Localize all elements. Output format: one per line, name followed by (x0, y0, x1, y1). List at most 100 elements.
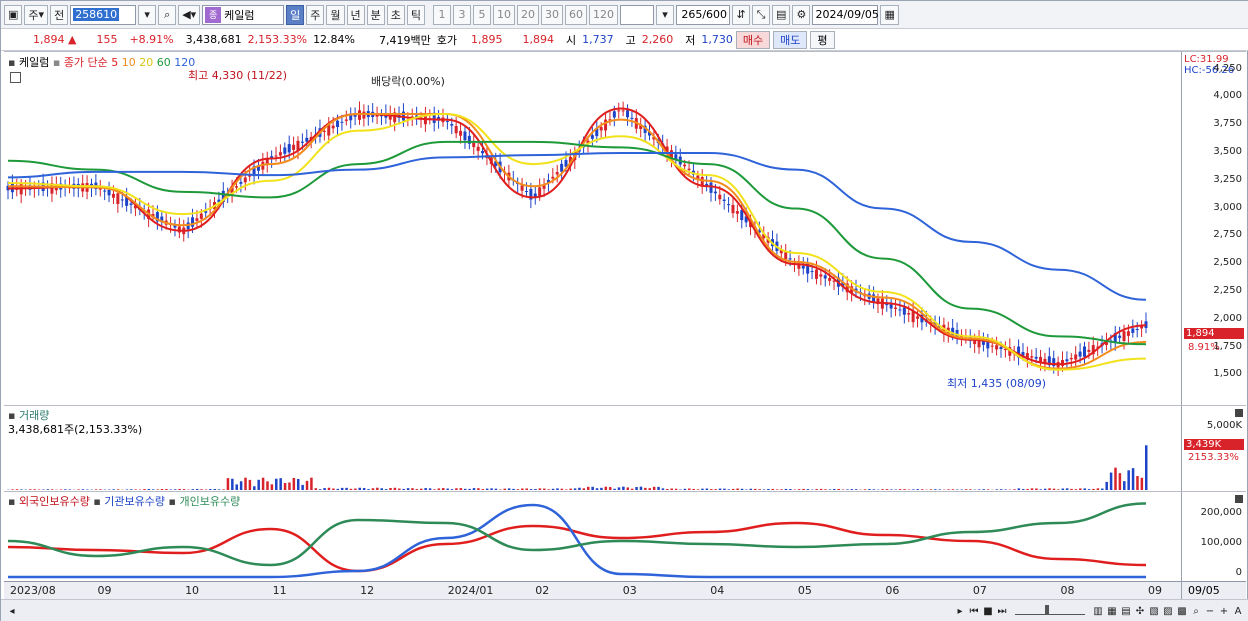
volume-bar (459, 488, 463, 490)
stock-name-field[interactable]: 종 케일럼 (202, 4, 285, 25)
x-axis-label: 06 (885, 584, 900, 597)
period-tick-button[interactable]: 틱 (406, 4, 426, 25)
settings-gear-icon[interactable]: ⚙ (792, 4, 811, 25)
window-icon[interactable]: ▣ (4, 4, 23, 25)
period-week-button[interactable]: 주 (306, 4, 325, 25)
date-field[interactable]: 2024/09/05 (812, 4, 879, 25)
stop-icon[interactable]: ■ (981, 604, 995, 618)
sell-button[interactable]: 매도 (773, 30, 808, 49)
candle-body (1126, 331, 1130, 336)
candle-body (481, 151, 485, 154)
candle-body (590, 135, 594, 139)
period-second-button[interactable]: 초 (386, 4, 405, 25)
candle-body (916, 316, 920, 319)
chart-type-icon-2[interactable]: ▦ (1105, 604, 1119, 618)
sound-icon[interactable]: ◀▾ (178, 4, 201, 25)
calendar-icon[interactable]: ▦ (880, 4, 899, 25)
volume-bar (736, 488, 739, 490)
chart-type-icon-3[interactable]: ▤ (1119, 604, 1133, 618)
period-month-button[interactable]: 월 (326, 4, 345, 25)
volume-bar (59, 489, 63, 490)
prev-button[interactable]: 전 (50, 4, 69, 25)
volume-bar (463, 488, 467, 490)
holdings-pane-close-icon[interactable] (1235, 495, 1243, 503)
candle-body (898, 309, 902, 311)
table-toggle-icon[interactable] (10, 72, 21, 83)
volume-pane-close-icon[interactable] (1235, 409, 1243, 417)
price-chart-pane[interactable]: ▪ 케일럼 ▪ 종가 단순 5 10 20 60 120 최고 4,330 (1… (4, 51, 1181, 405)
volume-bar (1057, 489, 1060, 490)
volume-bar (354, 488, 357, 490)
scroll-left-icon[interactable]: ◂ (5, 604, 19, 618)
volume-bar (657, 486, 660, 490)
volume-chart-pane[interactable]: ▪ 거래량 3,438,681주(2,153.33%) (4, 405, 1181, 491)
volume-bar (903, 489, 906, 490)
holdings-tick: 0 (1235, 567, 1242, 578)
code-dropdown-icon[interactable]: ▾ (138, 4, 157, 25)
volume-bar (332, 488, 335, 490)
period-year-button[interactable]: 년 (346, 4, 365, 25)
first-page-icon[interactable]: ⏮ (967, 604, 981, 618)
period-type-select[interactable]: 주 ▾ (24, 4, 49, 25)
font-size-icon[interactable]: A (1231, 604, 1245, 618)
volume-bar (582, 488, 586, 490)
scroll-right-icon[interactable]: ▸ (953, 604, 967, 618)
interval-dropdown-icon[interactable]: ▾ (656, 4, 675, 25)
volume-bar (639, 486, 643, 490)
volume-bar (81, 489, 85, 490)
x-axis-right-label: 09/05 (1181, 581, 1246, 599)
count-field[interactable]: 265/600 (676, 4, 731, 25)
zoom-slider[interactable] (1015, 605, 1085, 615)
interval-5-button[interactable]: 5 (473, 4, 492, 25)
save-icon[interactable]: ▤ (772, 4, 791, 25)
volume-bar (850, 489, 854, 490)
interval-30-button[interactable]: 30 (541, 4, 564, 25)
volume-bar (543, 488, 546, 490)
volume-bar (266, 481, 269, 490)
indicator-icon[interactable]: ⇵ (732, 4, 751, 25)
volume-chart-svg (7, 445, 1148, 490)
candle-body (10, 182, 14, 193)
volume-bar (947, 489, 950, 490)
crosshair-icon[interactable]: ✣ (1133, 604, 1147, 618)
volume-bar (160, 489, 164, 490)
current-price: 1,894 ▲ (33, 33, 77, 46)
chart-type-icon-4[interactable]: ▧ (1147, 604, 1161, 618)
period-minute-button[interactable]: 분 (366, 4, 385, 25)
volume-current-tag: 3,439K (1184, 439, 1244, 450)
holdings-tick: 200,000 (1200, 507, 1242, 518)
search-icon[interactable]: ⌕ (158, 4, 177, 25)
stock-code-input[interactable]: 258610 (70, 4, 137, 25)
interval-120-button[interactable]: 120 (589, 4, 619, 25)
candle-body (278, 152, 282, 156)
buy-button[interactable]: 매수 (735, 30, 771, 49)
holdings-chart-pane[interactable]: ▪ 외국인보유수량 ▪ 기관보유수량 ▪ 개인보유수량 (4, 491, 1181, 581)
volume-bar (701, 488, 704, 490)
volume-bar (995, 489, 999, 490)
price-tick: 3,750 (1213, 118, 1242, 130)
zoom-in-icon[interactable]: ⌕ (1189, 604, 1203, 618)
draw-tool-icon[interactable]: ⤡ (752, 4, 771, 25)
interval-10-button[interactable]: 10 (493, 4, 516, 25)
chart-type-icon-1[interactable]: ▥ (1091, 604, 1105, 618)
chart-type-icon-5[interactable]: ▨ (1161, 604, 1175, 618)
candle-body (722, 199, 726, 201)
period-day-button[interactable]: 일 (286, 4, 305, 25)
volume-bar (345, 487, 348, 490)
volume-bar (885, 489, 889, 490)
candle-body (709, 182, 713, 193)
zoom-out-icon[interactable]: − (1203, 604, 1217, 618)
eval-button[interactable]: 평 (810, 30, 835, 49)
interval-20-button[interactable]: 20 (517, 4, 540, 25)
volume-bar (231, 478, 234, 490)
interval-60-button[interactable]: 60 (565, 4, 588, 25)
chart-type-icon-6[interactable]: ▩ (1175, 604, 1189, 618)
last-page-icon[interactable]: ⏭ (995, 604, 1009, 618)
interval-1-button[interactable]: 1 (433, 4, 452, 25)
candle-body (239, 181, 243, 184)
interval-custom-input[interactable] (620, 4, 655, 25)
interval-3-button[interactable]: 3 (453, 4, 472, 25)
volume-bar (767, 488, 770, 490)
zoom-plus-icon[interactable]: + (1217, 604, 1231, 618)
candle-body (621, 110, 625, 112)
